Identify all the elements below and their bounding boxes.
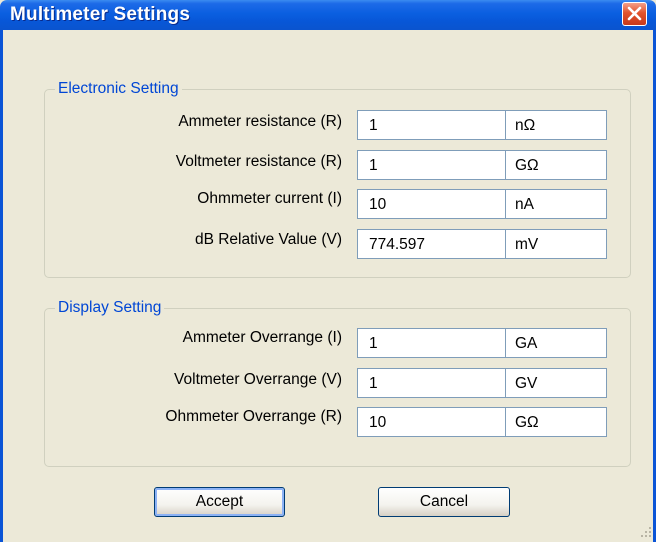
ohmmeter-overrange-input[interactable]: 10 <box>357 407 506 437</box>
ohmmeter-overrange-unit[interactable]: GΩ <box>505 407 607 437</box>
ohmmeter-current-label: Ohmmeter current (I) <box>197 190 342 207</box>
multimeter-settings-dialog: Multimeter Settings Electronic Setting A… <box>0 0 656 542</box>
voltmeter-overrange-unit[interactable]: GV <box>505 368 607 398</box>
voltmeter-overrange-label: Voltmeter Overrange (V) <box>174 371 342 388</box>
ammeter-resistance-unit[interactable]: nΩ <box>505 110 607 140</box>
title-bar[interactable]: Multimeter Settings <box>0 0 656 30</box>
ammeter-resistance-input[interactable]: 1 <box>357 110 506 140</box>
ohmmeter-current-unit[interactable]: nA <box>505 189 607 219</box>
ammeter-overrange-input[interactable]: 1 <box>357 328 506 358</box>
accept-button[interactable]: Accept <box>154 487 285 517</box>
dialog-title: Multimeter Settings <box>10 4 191 25</box>
voltmeter-overrange-input[interactable]: 1 <box>357 368 506 398</box>
voltmeter-resistance-input[interactable]: 1 <box>357 150 506 180</box>
ammeter-overrange-label: Ammeter Overrange (I) <box>182 329 342 346</box>
voltmeter-resistance-unit[interactable]: GΩ <box>505 150 607 180</box>
electronic-setting-legend: Electronic Setting <box>55 80 182 98</box>
voltmeter-resistance-label: Voltmeter resistance (R) <box>175 153 342 170</box>
resize-grip-icon[interactable] <box>640 526 652 538</box>
close-icon <box>627 6 642 21</box>
db-relative-value-input[interactable]: 774.597 <box>357 229 506 259</box>
ammeter-resistance-label: Ammeter resistance (R) <box>178 113 342 130</box>
display-setting-legend: Display Setting <box>55 299 165 317</box>
ohmmeter-current-input[interactable]: 10 <box>357 189 506 219</box>
window-frame-left <box>0 30 3 542</box>
close-button[interactable] <box>622 2 647 26</box>
ammeter-overrange-unit[interactable]: GA <box>505 328 607 358</box>
ohmmeter-overrange-label: Ohmmeter Overrange (R) <box>165 408 342 425</box>
db-relative-value-unit[interactable]: mV <box>505 229 607 259</box>
db-relative-value-label: dB Relative Value (V) <box>194 231 342 248</box>
cancel-button[interactable]: Cancel <box>378 487 510 517</box>
